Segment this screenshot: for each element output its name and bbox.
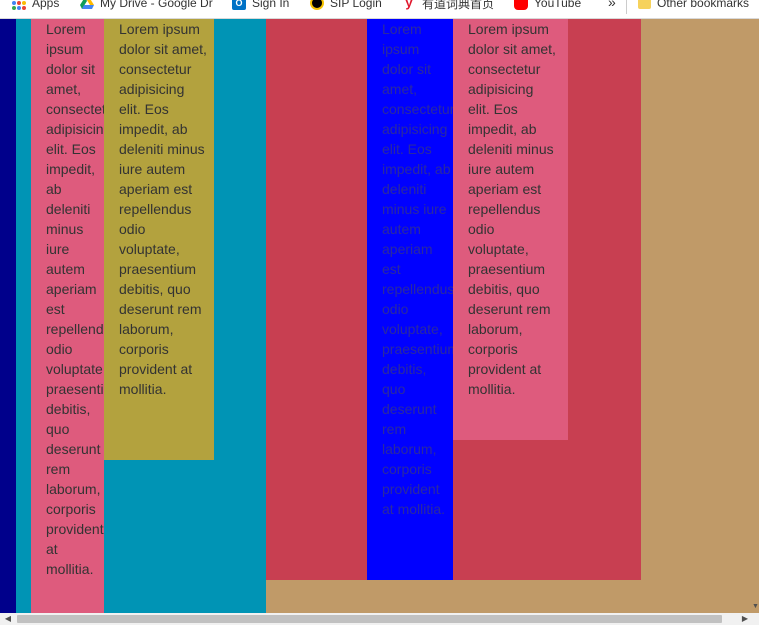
bookmark-apps[interactable]: Apps [12,0,59,12]
sip-logo-icon [310,0,324,10]
outlook-icon: O [232,0,246,10]
youdao-icon: y [405,0,413,10]
scroll-left-arrow-icon[interactable]: ◀ [2,613,14,625]
bookmark-youtube[interactable]: YouTube [514,0,581,12]
bookmark-label: Other bookmarks [657,0,750,10]
vertical-scrollbar[interactable]: ▼ [752,19,759,613]
bookmark-drive[interactable]: My Drive - Google Dr [80,0,213,12]
bookmarks-bar: Apps My Drive - Google Dr O Sign In SIP … [0,0,759,19]
folder-icon [638,0,651,9]
apps-grid-icon [12,0,26,10]
pink-right-column: Lorem ipsum dolor sit amet, consectetur … [453,19,568,440]
google-drive-icon [80,0,94,9]
scroll-right-arrow-icon[interactable]: ▶ [739,613,751,625]
bookmark-label: YouTube [534,0,582,10]
navy-column [0,19,16,613]
blue-text-column: Lorem ipsum dolor sit amet, consectetur … [367,19,453,580]
olive-text-column: Lorem ipsum dolor sit amet, consectetur … [104,19,214,460]
chevron-double-right-icon: » [608,0,616,10]
youtube-icon [514,0,528,10]
bookmarks-divider [626,0,627,14]
more-bookmarks-chevron[interactable]: » [608,0,616,11]
scroll-down-arrow-icon[interactable]: ▼ [752,603,759,611]
horizontal-scrollbar[interactable]: ◀ ▶ [0,613,759,625]
bookmark-youdao[interactable]: y 有道词典首页 [402,0,494,12]
lorem-text: Lorem ipsum dolor sit amet, consectetur … [468,21,556,397]
bookmark-label: Apps [32,0,60,10]
lorem-text: Lorem ipsum dolor sit amet, consectetur … [119,21,207,397]
bookmark-label: SIP Login [330,0,382,10]
bookmark-other[interactable]: Other bookmarks [638,0,749,12]
lorem-text: Lorem ipsum dolor sit amet, consectetur … [382,21,453,517]
bookmark-label: Sign In [252,0,290,10]
bookmark-label: My Drive - Google Dr [100,0,213,10]
bookmark-sign-in[interactable]: O Sign In [232,0,289,12]
bookmark-sip-login[interactable]: SIP Login [310,0,382,12]
scrollbar-thumb[interactable] [17,615,722,623]
pink-text-column: Lorem ipsum dolor sit amet, consectetur … [31,19,104,613]
lorem-text: Lorem ipsum dolor sit amet, consectetur … [46,21,104,577]
bookmark-label: 有道词典首页 [422,0,495,11]
page-content: Lorem ipsum dolor sit amet, consectetur … [0,19,759,625]
